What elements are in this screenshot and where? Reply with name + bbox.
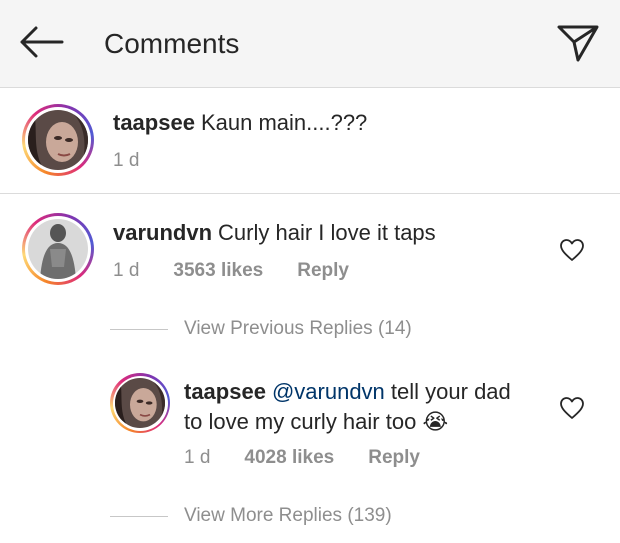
- reply-username[interactable]: taapsee: [184, 379, 266, 404]
- comment-text: varundvn Curly hair I love it taps: [113, 218, 436, 248]
- heart-icon: [560, 397, 584, 419]
- view-previous-replies-label: View Previous Replies (14): [184, 318, 412, 339]
- back-button[interactable]: [18, 24, 64, 60]
- comment-meta: 1 d 3563 likes Reply: [113, 260, 349, 282]
- caption-text: taapsee Kaun main....???: [113, 108, 367, 138]
- comment-username[interactable]: varundvn: [113, 220, 212, 245]
- crying-emoji: 😭: [422, 409, 449, 434]
- avatar-photo: [28, 110, 88, 170]
- caption-meta: 1 d: [113, 150, 139, 172]
- reply-likes[interactable]: 4028 likes: [244, 447, 334, 469]
- reply-body-line2: to love my curly hair too: [184, 409, 417, 434]
- caption-time: 1 d: [113, 150, 140, 171]
- header-bar: Comments: [0, 0, 620, 88]
- share-button[interactable]: [556, 22, 600, 64]
- reply-time: 1 d: [184, 447, 211, 468]
- caption-body: Kaun main....???: [200, 110, 368, 135]
- avatar-photo: [115, 378, 165, 428]
- divider: [110, 328, 168, 330]
- heart-icon: [560, 239, 584, 261]
- comment-likes[interactable]: 3563 likes: [173, 260, 263, 282]
- reply-button[interactable]: Reply: [368, 447, 420, 469]
- view-more-replies-label: View More Replies (139): [184, 505, 392, 526]
- view-more-replies-button[interactable]: View More Replies (139): [110, 505, 392, 527]
- comment-body: Curly hair I love it taps: [218, 220, 436, 245]
- reply-meta: 1 d 4028 likes Reply: [184, 447, 420, 469]
- reply-mention[interactable]: @varundvn: [272, 379, 385, 404]
- avatar-photo: [28, 219, 88, 279]
- reply-text: taapsee @varundvn tell your dad to love m…: [184, 377, 544, 437]
- avatar[interactable]: [110, 373, 170, 433]
- divider: [110, 515, 168, 517]
- avatar[interactable]: [22, 104, 94, 176]
- reply-button[interactable]: Reply: [297, 260, 349, 282]
- like-button[interactable]: [559, 396, 585, 420]
- page-title: Comments: [104, 28, 240, 59]
- send-icon: [557, 25, 599, 62]
- like-button[interactable]: [559, 238, 585, 262]
- comment-time: 1 d: [113, 260, 140, 281]
- avatar[interactable]: [22, 213, 94, 285]
- caption-section: taapsee Kaun main....??? 1 d: [0, 88, 620, 194]
- view-previous-replies-button[interactable]: View Previous Replies (14): [110, 318, 412, 340]
- back-arrow-icon: [20, 26, 64, 58]
- reply-body-line1: tell your dad: [390, 379, 511, 404]
- caption-username[interactable]: taapsee: [113, 110, 195, 135]
